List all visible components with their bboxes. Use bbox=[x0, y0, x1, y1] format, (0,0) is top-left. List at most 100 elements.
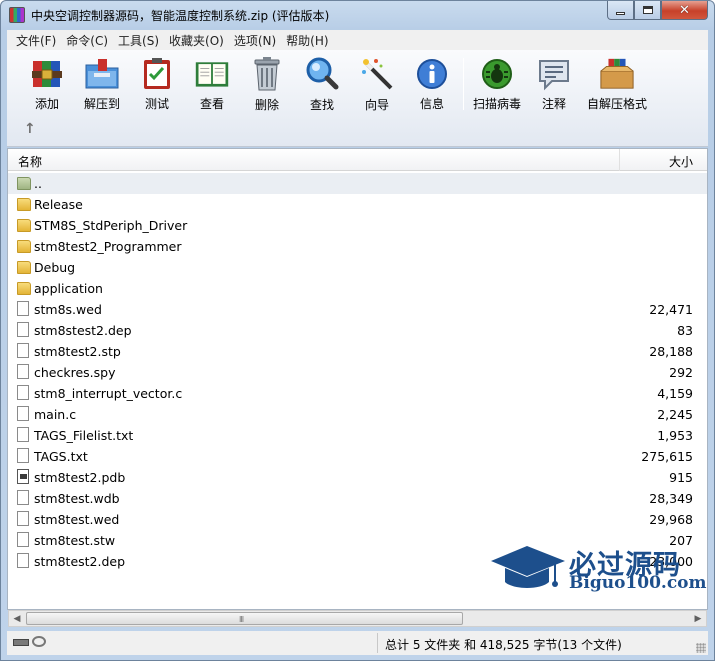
menu-tools[interactable]: 工具(S) bbox=[113, 32, 164, 49]
folder-row[interactable]: Release bbox=[8, 194, 707, 215]
comment-button[interactable]: 注释 bbox=[524, 56, 584, 112]
column-header-size[interactable]: 大小 bbox=[669, 153, 693, 170]
close-button[interactable]: ✕ bbox=[661, 1, 708, 20]
menu-help[interactable]: 帮助(H) bbox=[281, 32, 333, 49]
add-label: 添加 bbox=[34, 97, 59, 111]
status-divider bbox=[377, 633, 378, 653]
file-row[interactable]: main.c 2,245 bbox=[8, 404, 707, 425]
file-icon bbox=[17, 301, 29, 316]
test-button[interactable]: 测试 bbox=[127, 56, 187, 112]
file-name: TAGS.txt bbox=[34, 449, 88, 464]
file-size: 83 bbox=[677, 323, 693, 338]
file-row[interactable]: stm8test2.stp 28,188 bbox=[8, 341, 707, 362]
find-button[interactable]: 查找 bbox=[292, 56, 352, 112]
menu-command[interactable]: 命令(C) bbox=[61, 32, 113, 49]
status-bar: 总计 5 文件夹 和 418,525 字节(13 个文件) bbox=[7, 631, 708, 655]
extract-folder-icon bbox=[84, 56, 120, 91]
pdb-mark bbox=[20, 474, 27, 479]
file-icon bbox=[17, 343, 29, 358]
wizard-wand-icon bbox=[359, 56, 395, 92]
drive-icon[interactable] bbox=[13, 639, 29, 646]
sfx-button[interactable]: 自解压格式 bbox=[587, 56, 647, 112]
magnifier-icon bbox=[304, 56, 340, 92]
file-row[interactable]: TAGS_Filelist.txt 1,953 bbox=[8, 425, 707, 446]
file-name: stm8test.wdb bbox=[34, 491, 120, 506]
extract-to-button[interactable]: 解压到 bbox=[72, 56, 132, 112]
file-row[interactable]: stm8_interrupt_vector.c 4,159 bbox=[8, 383, 707, 404]
folder-row[interactable]: Debug bbox=[8, 257, 707, 278]
minimize-button[interactable] bbox=[607, 1, 634, 20]
file-row[interactable]: TAGS.txt 275,615 bbox=[8, 446, 707, 467]
folder-icon bbox=[17, 240, 31, 253]
delete-button[interactable]: 删除 bbox=[237, 56, 297, 112]
file-name: Debug bbox=[34, 260, 76, 275]
view-button[interactable]: 查看 bbox=[182, 56, 242, 112]
file-row[interactable]: stm8s.wed 22,471 bbox=[8, 299, 707, 320]
file-size: 915 bbox=[669, 470, 693, 485]
folder-row[interactable]: application bbox=[8, 278, 707, 299]
file-size: 275,615 bbox=[641, 449, 693, 464]
folder-icon bbox=[17, 282, 31, 295]
file-name: .. bbox=[34, 176, 42, 191]
horizontal-scrollbar[interactable]: ◀ III ▶ bbox=[8, 610, 707, 627]
add-button[interactable]: 添加 bbox=[17, 56, 77, 112]
file-row[interactable]: stm8test2.dep 23,000 bbox=[8, 551, 707, 572]
comment-label: 注释 bbox=[541, 97, 566, 111]
file-name: stm8test.stw bbox=[34, 533, 116, 548]
file-row[interactable]: stm8test.wdb 28,349 bbox=[8, 488, 707, 509]
scan-virus-label: 扫描病毒 bbox=[472, 97, 521, 111]
file-row[interactable]: stm8test.stw 207 bbox=[8, 530, 707, 551]
window-controls: ✕ bbox=[607, 1, 708, 21]
wizard-label: 向导 bbox=[364, 98, 389, 112]
file-icon bbox=[17, 427, 29, 442]
bug-scan-icon bbox=[479, 56, 515, 91]
resize-grip[interactable] bbox=[696, 643, 706, 653]
pdb-file-icon bbox=[17, 469, 29, 484]
parent-folder-row[interactable]: .. bbox=[8, 173, 707, 194]
menu-file[interactable]: 文件(F) bbox=[11, 32, 61, 49]
info-button[interactable]: 信息 bbox=[402, 56, 462, 112]
archive-window: 中央空调控制器源码，智能温度控制系统.zip (评估版本) ✕ 文件(F) 命令… bbox=[0, 0, 715, 661]
folder-row[interactable]: stm8test2_Programmer bbox=[8, 236, 707, 257]
file-name: stm8test2_Programmer bbox=[34, 239, 182, 254]
wizard-button[interactable]: 向导 bbox=[347, 56, 407, 112]
up-arrow-icon[interactable]: ↑ bbox=[24, 121, 36, 137]
file-row[interactable]: stm8test2.pdb 915 bbox=[8, 467, 707, 488]
winrar-app-icon[interactable] bbox=[9, 7, 25, 23]
menu-favorites[interactable]: 收藏夹(O) bbox=[164, 32, 229, 49]
file-icon bbox=[17, 364, 29, 379]
scroll-right-button[interactable]: ▶ bbox=[690, 611, 706, 626]
folder-row[interactable]: STM8S_StdPeriph_Driver bbox=[8, 215, 707, 236]
file-name: stm8test.wed bbox=[34, 512, 120, 527]
file-row[interactable]: checkres.spy 292 bbox=[8, 362, 707, 383]
scroll-left-button[interactable]: ◀ bbox=[9, 611, 25, 626]
file-name: stm8test2.stp bbox=[34, 344, 121, 359]
trash-can-icon bbox=[249, 56, 285, 92]
test-clipboard-icon bbox=[139, 56, 175, 91]
maximize-button[interactable] bbox=[634, 1, 661, 20]
list-header: 名称 大小 bbox=[8, 149, 707, 171]
view-book-icon bbox=[194, 56, 230, 91]
column-divider[interactable] bbox=[619, 149, 620, 171]
toolbar: 添加 解压到 测试 查看 删除 查找 向导 信息 扫描病毒 注释 自解压格式 ↑ bbox=[7, 50, 708, 147]
key-icon[interactable] bbox=[32, 636, 46, 647]
file-icon bbox=[17, 406, 29, 421]
file-size: 2,245 bbox=[657, 407, 693, 422]
parent-folder-icon bbox=[17, 177, 31, 190]
file-row[interactable]: stm8test.wed 29,968 bbox=[8, 509, 707, 530]
scan-virus-button[interactable]: 扫描病毒 bbox=[467, 56, 527, 112]
file-icon bbox=[17, 322, 29, 337]
add-archive-icon bbox=[29, 56, 65, 91]
folder-icon bbox=[17, 198, 31, 211]
menu-options[interactable]: 选项(N) bbox=[229, 32, 281, 49]
file-size: 29,968 bbox=[649, 512, 693, 527]
file-size: 23,000 bbox=[649, 554, 693, 569]
info-icon bbox=[414, 56, 450, 91]
scroll-thumb[interactable]: III bbox=[26, 612, 463, 625]
file-icon bbox=[17, 490, 29, 505]
column-header-name[interactable]: 名称 bbox=[18, 153, 42, 170]
file-size: 28,349 bbox=[649, 491, 693, 506]
title-bar[interactable]: 中央空调控制器源码，智能温度控制系统.zip (评估版本) ✕ bbox=[1, 1, 714, 30]
file-row[interactable]: stm8stest2.dep 83 bbox=[8, 320, 707, 341]
toolbar-separator bbox=[463, 58, 464, 110]
